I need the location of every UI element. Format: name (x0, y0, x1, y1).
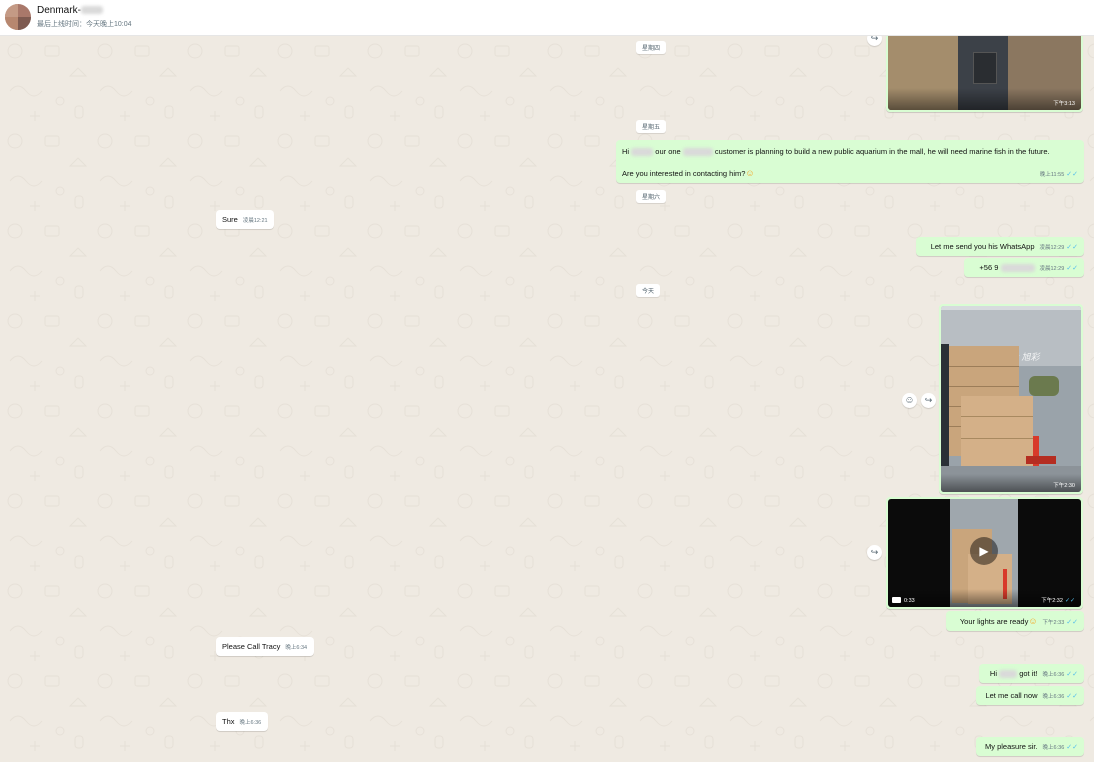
message-text: Sure (222, 215, 238, 224)
avatar[interactable] (5, 4, 31, 30)
smiley-emoji: ☺ (745, 168, 755, 178)
message-text: Hi (989, 669, 998, 678)
message-text: our one (655, 147, 681, 156)
redacted-text (999, 670, 1018, 679)
video-duration: 0:33 (904, 598, 915, 604)
outgoing-message[interactable]: Hi got it! 晚上6:36 ✓✓ (979, 664, 1084, 683)
date-divider-today: 今天 (636, 284, 661, 297)
message-text: Hi (622, 147, 630, 156)
forward-icon[interactable]: ↪ (867, 545, 882, 560)
double-check-icon: ✓✓ (1066, 671, 1078, 678)
message-time: 下午3:13 (1053, 101, 1075, 107)
double-check-icon: ✓✓ (1066, 619, 1078, 626)
outgoing-message[interactable]: +56 9 凌晨12:29 ✓✓ (964, 258, 1084, 277)
redacted-text (631, 148, 654, 157)
video-message[interactable]: ▶ 0:33 下午2:32 ✓✓ (886, 497, 1083, 609)
outgoing-message[interactable]: Let me send you his WhatsApp 凌晨12:29 ✓✓ (916, 237, 1084, 256)
date-divider-friday: 星期五 (636, 120, 667, 133)
message-text: My pleasure sir. (985, 742, 1038, 751)
smiley-emoji: ☺ (1028, 616, 1038, 626)
incoming-message[interactable]: Thx 晚上6:36 (216, 712, 268, 731)
message-time: 凌晨12:21 (242, 218, 268, 224)
message-text: Are you interested in contacting him? (622, 169, 746, 178)
last-seen-status: 最后上线时间：今天晚上10:04 (37, 21, 132, 28)
message-text: Let me send you his WhatsApp (930, 242, 1035, 251)
double-check-icon: ✓✓ (1066, 744, 1078, 751)
date-divider-thursday: 星期四 (636, 41, 667, 54)
incoming-message[interactable]: Sure 凌晨12:21 (216, 210, 274, 229)
double-check-icon: ✓✓ (1066, 171, 1078, 178)
message-time: 下午2:30 (1053, 483, 1075, 489)
outgoing-message[interactable]: Hi our one customer is planning to build… (616, 140, 1084, 183)
message-text: got it! (1019, 669, 1038, 678)
message-time: 晚上6:36 (1042, 745, 1065, 751)
date-divider-saturday: 星期六 (636, 190, 667, 203)
chat-header[interactable]: Denmark- 最后上线时间：今天晚上10:04 (0, 0, 1094, 36)
redacted-text (682, 148, 713, 157)
message-time: 凌晨12:29 (1039, 245, 1065, 251)
incoming-message[interactable]: Please Call Tracy 晚上6:34 (216, 637, 314, 656)
outgoing-message[interactable]: Your lights are ready☺ 下午2:33 ✓✓ (946, 611, 1084, 631)
chat-area[interactable]: 下午3:13 ↪ 星期四 星期五 Hi our one customer is … (0, 36, 1094, 762)
message-time: 晚上6:36 (1042, 694, 1065, 700)
message-time: 凌晨12:29 (1039, 266, 1065, 272)
message-time: 晚上11:55 (1039, 172, 1065, 178)
message-text: Let me call now (985, 691, 1038, 700)
image-message-boxes[interactable]: 下午3:13 (886, 36, 1083, 112)
outgoing-message[interactable]: My pleasure sir. 晚上6:36 ✓✓ (976, 737, 1084, 756)
message-text: Your lights are ready (959, 617, 1029, 626)
emoji-icon[interactable]: ☺ (902, 393, 917, 408)
message-text: Please Call Tracy (222, 642, 281, 651)
message-time: 下午2:32 (1041, 598, 1063, 604)
contact-name-text: Denmark- (37, 5, 81, 16)
double-check-icon: ✓✓ (1066, 265, 1078, 272)
redacted-name (80, 6, 103, 15)
forward-icon[interactable]: ↪ (921, 393, 936, 408)
message-text: Thx (222, 717, 235, 726)
double-check-icon: ✓✓ (1066, 244, 1078, 251)
message-time: 下午2:33 (1042, 620, 1065, 626)
message-text: +56 9 (979, 263, 999, 272)
message-time: 晚上6:34 (285, 645, 308, 651)
outgoing-message[interactable]: Let me call now 晚上6:36 ✓✓ (976, 686, 1084, 705)
message-time: 晚上6:36 (1042, 672, 1065, 678)
video-icon (892, 597, 901, 603)
double-check-icon: ✓✓ (1066, 693, 1078, 700)
double-check-icon: ✓✓ (1064, 598, 1075, 604)
message-time: 晚上6:36 (239, 720, 262, 726)
redacted-phone (1000, 264, 1035, 273)
play-icon[interactable]: ▶ (970, 537, 998, 565)
message-text: customer is planning to build a new publ… (714, 147, 1050, 156)
image-message-warehouse[interactable]: Easy 旭彩 下午2:30 (939, 304, 1083, 494)
contact-name[interactable]: Denmark- (37, 5, 103, 16)
